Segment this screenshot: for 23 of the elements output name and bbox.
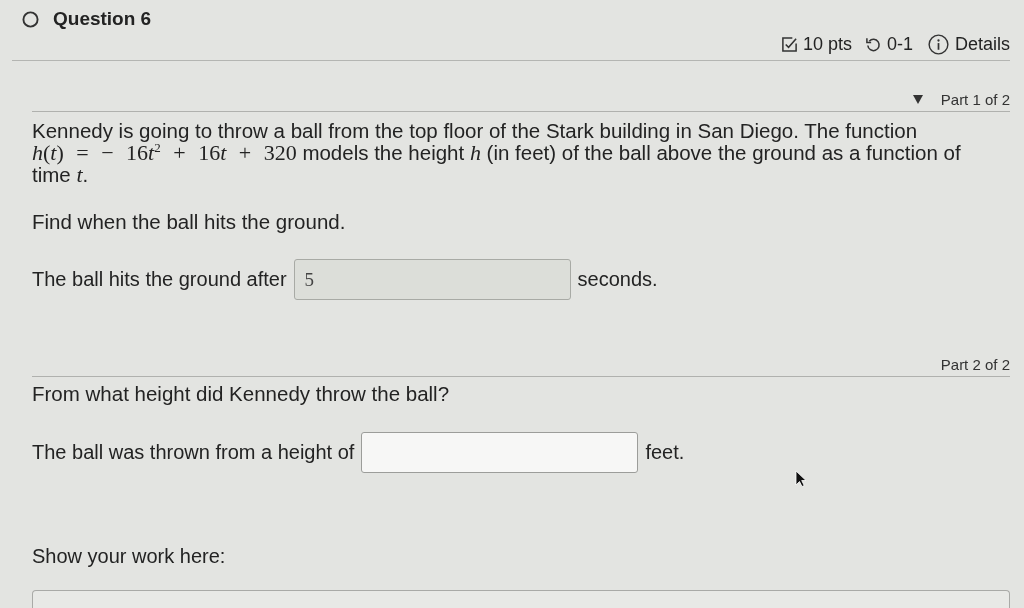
work-label: Show your work here: [32, 545, 226, 567]
ring-icon [22, 10, 39, 28]
mouse-pointer-icon [795, 470, 807, 487]
checkbox-tick-icon [780, 35, 798, 53]
question-title: Question 6 [53, 8, 152, 30]
answer-field[interactable] [361, 432, 639, 473]
caret-icon[interactable] [912, 94, 923, 104]
work-editor-field[interactable] [32, 590, 1010, 608]
prompt-text: From what height did Kennedy throw the ball? [32, 383, 451, 405]
unit-text: feet. [645, 441, 685, 464]
prompt-text: Find when the ball hits the ground. [32, 211, 347, 233]
answer-label: The ball hits the ground after [32, 268, 287, 291]
details-button[interactable]: Details [927, 33, 1010, 55]
circular-arrow-icon [864, 35, 882, 53]
part-label: Part 2 of 2 [940, 355, 1010, 373]
points-text: 10 pts [802, 33, 852, 55]
prompt-text: Kennedy is going to throw a ball from the top floor of the Stark building in San Diego. The function h(t) = − 16t$^{2}$ + 16t + 320 models the height h (in feet) of the ball above the ground as a function of time t. [32, 120, 962, 186]
part-label: Part 1 of 2 [940, 90, 1010, 108]
info-icon [927, 33, 949, 55]
attempts-text: 0-1 [886, 33, 913, 55]
answer-label: The ball was thrown from a height of [32, 441, 355, 464]
answer-field: 5 [293, 259, 571, 300]
unit-text: seconds. [577, 268, 658, 291]
